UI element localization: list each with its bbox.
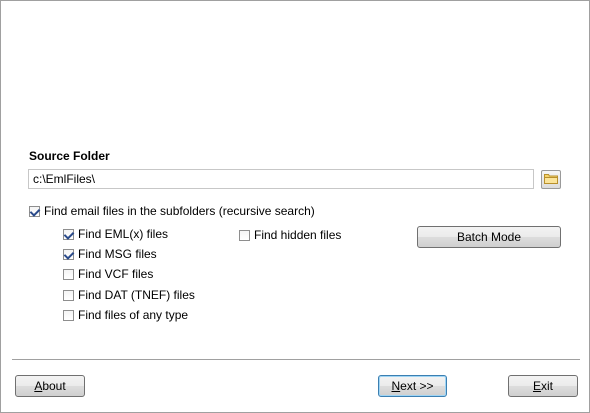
- recursive-search-option[interactable]: Find email files in the subfolders (recu…: [29, 204, 315, 218]
- about-accesskey: A: [34, 379, 43, 393]
- batch-mode-button[interactable]: Batch Mode: [417, 226, 561, 248]
- find-hidden-checkbox[interactable]: [239, 229, 250, 241]
- next-label-rest: ext >>: [400, 379, 434, 393]
- find-msg-label: Find MSG files: [78, 247, 157, 261]
- find-eml-option[interactable]: Find EML(x) files: [63, 227, 168, 241]
- next-button[interactable]: Next >>: [378, 375, 447, 397]
- footer-divider: [12, 359, 580, 361]
- find-eml-label: Find EML(x) files: [78, 227, 169, 241]
- find-vcf-checkbox[interactable]: [63, 268, 74, 280]
- about-label-rest: bout: [42, 379, 66, 393]
- find-dat-option[interactable]: Find DAT (TNEF) files: [63, 288, 195, 302]
- recursive-search-checkbox[interactable]: [29, 205, 40, 217]
- find-any-option[interactable]: Find files of any type: [63, 308, 188, 322]
- exit-label-rest: xit: [541, 379, 553, 393]
- find-hidden-label: Find hidden files: [254, 228, 342, 242]
- find-eml-checkbox[interactable]: [63, 228, 74, 240]
- find-msg-checkbox[interactable]: [63, 248, 74, 260]
- browse-folder-button[interactable]: [541, 170, 561, 189]
- find-dat-checkbox[interactable]: [63, 289, 74, 301]
- exit-button[interactable]: Exit: [508, 375, 578, 397]
- find-any-label: Find files of any type: [78, 308, 189, 322]
- about-button[interactable]: About: [15, 375, 85, 397]
- find-hidden-option[interactable]: Find hidden files: [239, 228, 341, 242]
- recursive-search-label: Find email files in the subfolders (recu…: [44, 204, 315, 218]
- find-any-checkbox[interactable]: [63, 309, 74, 321]
- find-vcf-label: Find VCF files: [78, 267, 154, 281]
- source-folder-label: Source Folder: [29, 149, 110, 163]
- source-folder-input[interactable]: [28, 169, 534, 189]
- next-accesskey: N: [391, 379, 401, 393]
- find-vcf-option[interactable]: Find VCF files: [63, 267, 153, 281]
- find-dat-label: Find DAT (TNEF) files: [78, 288, 195, 302]
- folder-icon: [544, 172, 558, 187]
- find-msg-option[interactable]: Find MSG files: [63, 247, 157, 261]
- exit-accesskey: E: [532, 379, 541, 393]
